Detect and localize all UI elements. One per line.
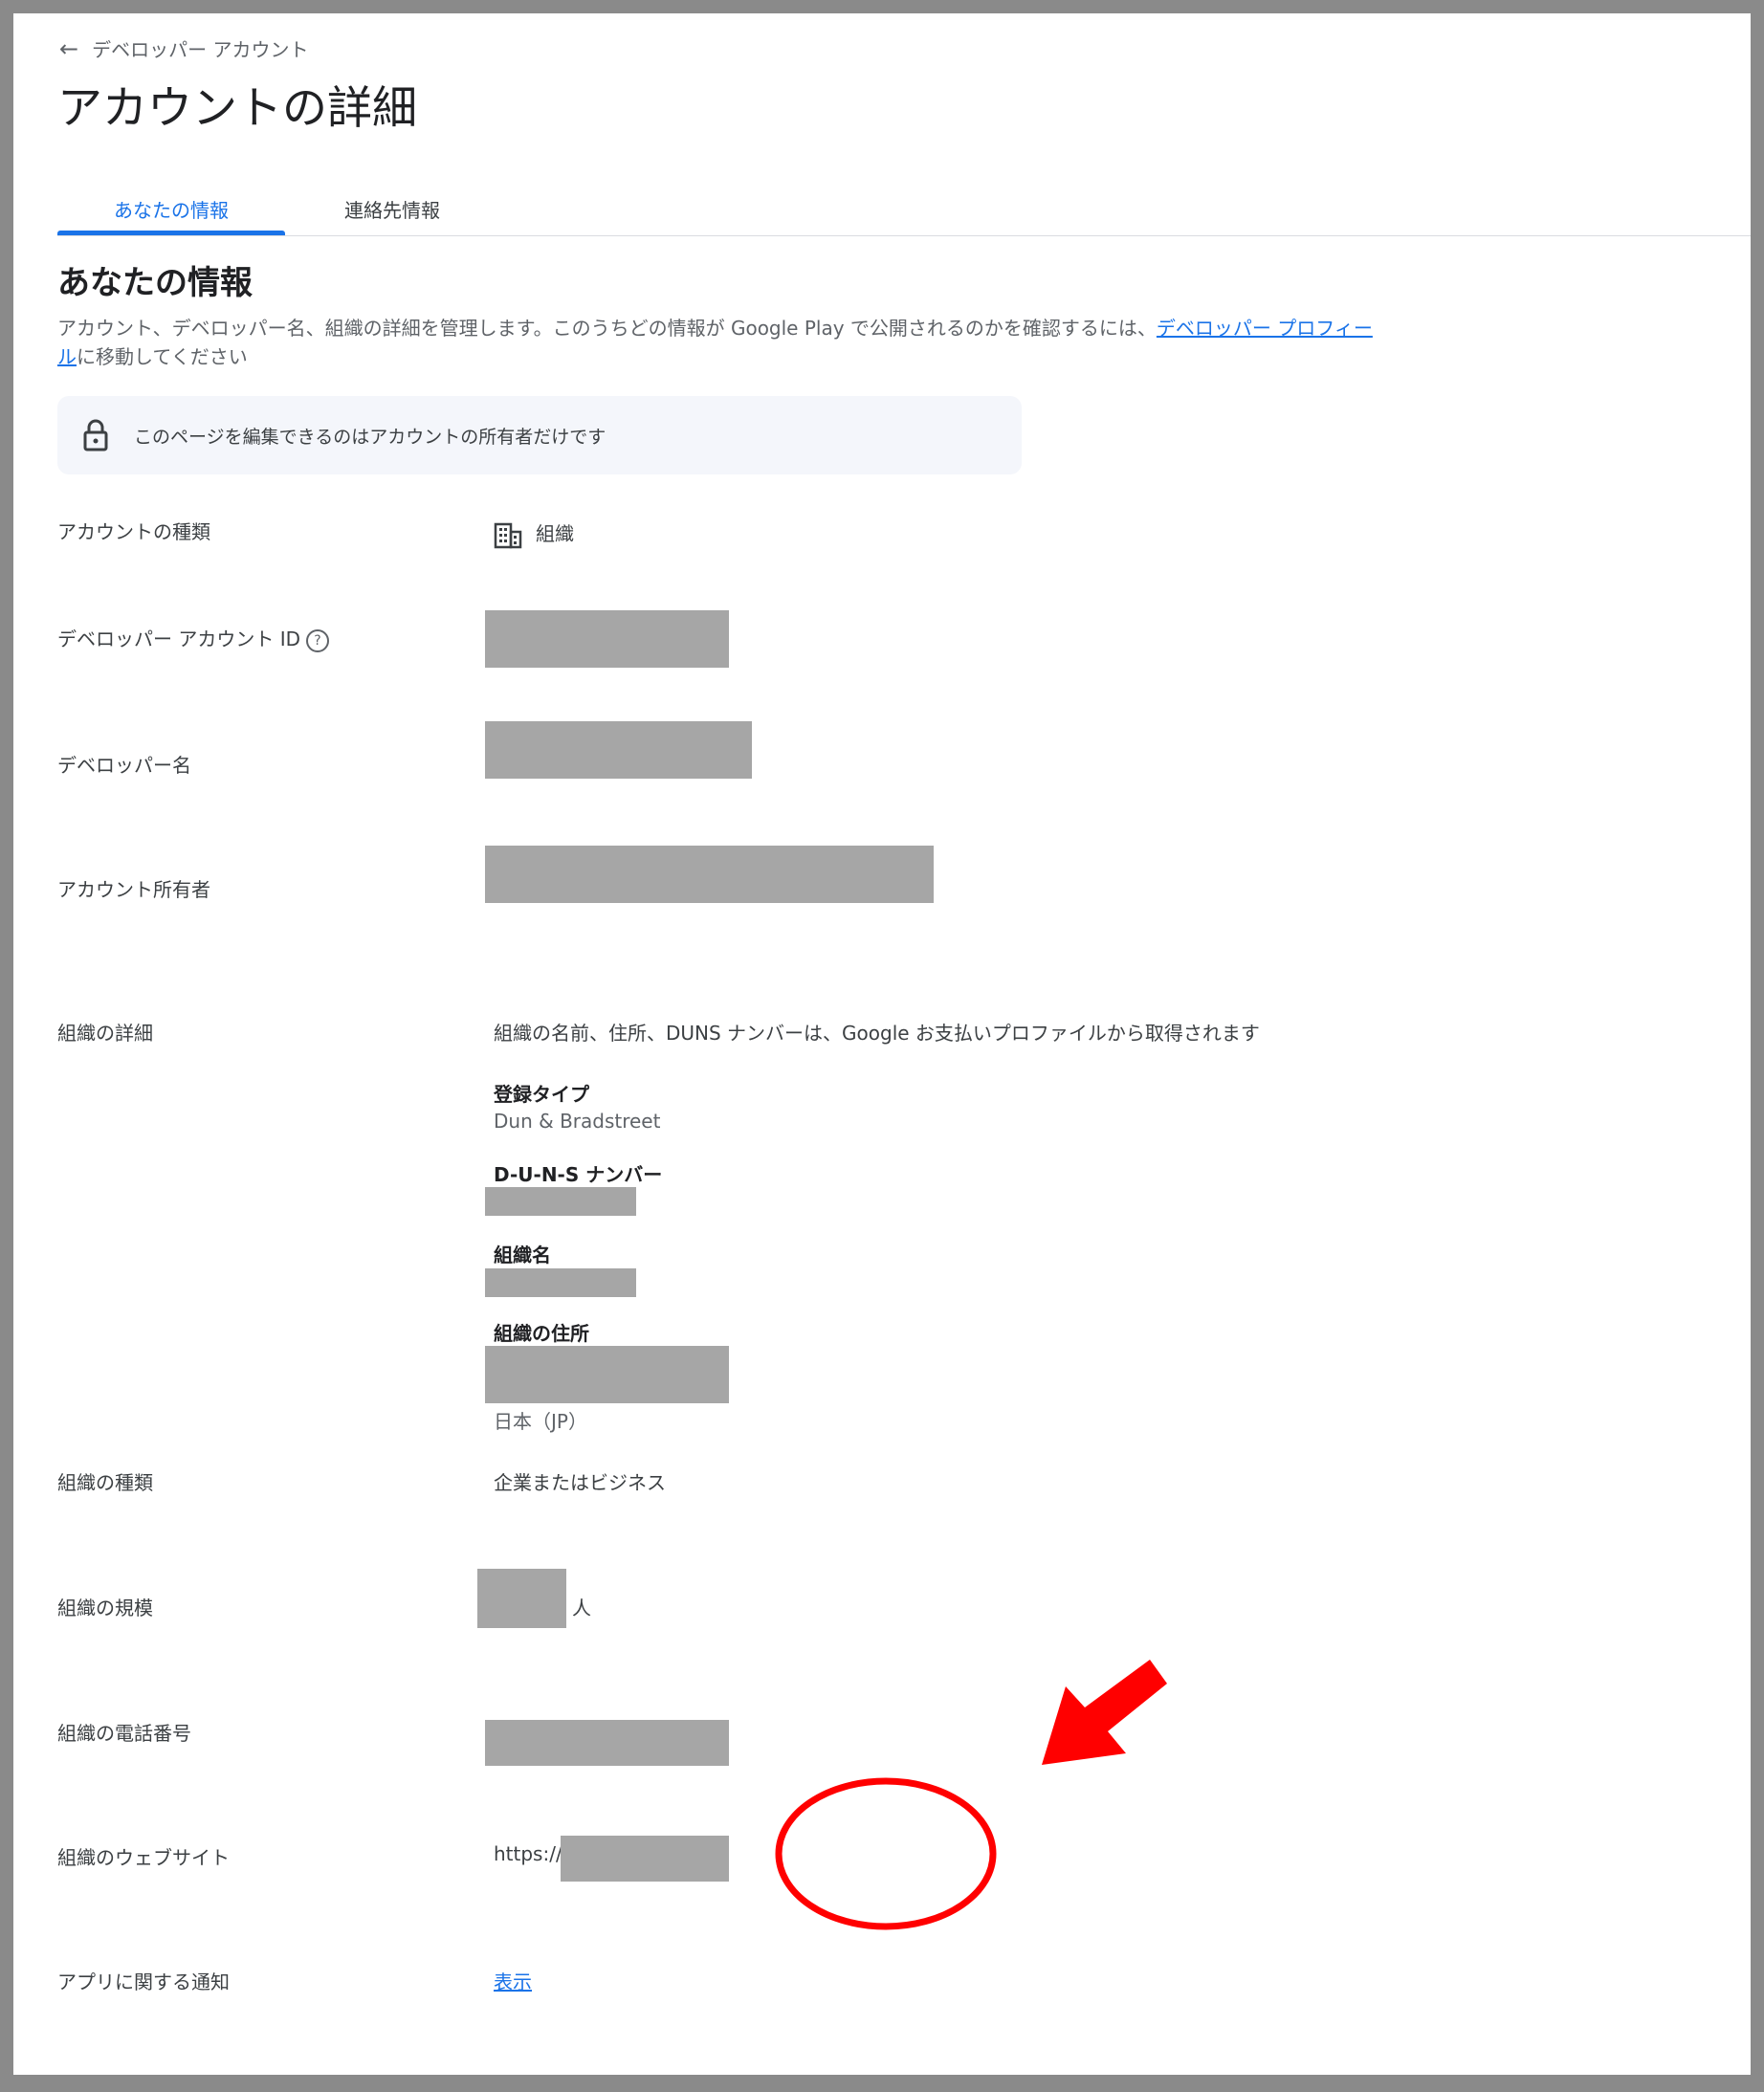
screenshot-frame: ← デベロッパー アカウント アカウントの詳細 あなたの情報 連絡先情報 あなた… [0, 0, 1764, 2092]
annotation-arrow-icon [1042, 1660, 1167, 1765]
annotation-circle [775, 1777, 997, 1930]
annotation-overlay [775, 1660, 1167, 1930]
